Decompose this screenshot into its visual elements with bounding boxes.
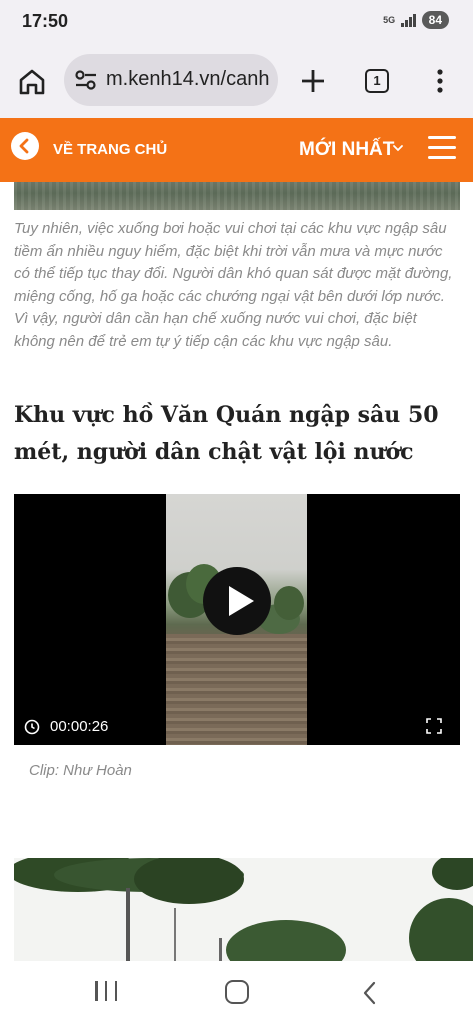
tab-switcher-icon[interactable]: 1 bbox=[365, 69, 389, 93]
clock-icon bbox=[24, 719, 40, 734]
status-icons: 5G 84 bbox=[383, 11, 449, 29]
article-image-next bbox=[14, 858, 473, 961]
home-icon[interactable] bbox=[225, 980, 249, 1004]
site-header: VỀ TRANG CHỦ MỚI NHẤT bbox=[0, 118, 473, 182]
recent-apps-icon[interactable] bbox=[95, 981, 117, 1003]
back-home-button[interactable] bbox=[11, 132, 39, 160]
url-text[interactable]: m.kenh14.vn/canh bbox=[106, 68, 269, 91]
status-time: 17:50 bbox=[22, 11, 69, 31]
system-nav-bar bbox=[0, 961, 473, 1024]
battery-icon: 84 bbox=[421, 11, 449, 29]
video-duration-row: 00:00:26 bbox=[24, 718, 108, 735]
status-bar: 17:50 5G 84 bbox=[0, 0, 473, 44]
address-bar[interactable]: m.kenh14.vn/canh bbox=[64, 54, 278, 106]
back-home-link[interactable]: VỀ TRANG CHỦ bbox=[53, 141, 167, 158]
browser-toolbar: m.kenh14.vn/canh 1 bbox=[0, 44, 473, 118]
latest-menu[interactable]: MỚI NHẤT bbox=[299, 139, 394, 161]
chevron-left-icon bbox=[19, 138, 29, 154]
5g-icon: 5G bbox=[383, 14, 396, 25]
home-icon[interactable] bbox=[16, 66, 48, 98]
fullscreen-icon[interactable] bbox=[426, 718, 442, 734]
signal-icon bbox=[401, 13, 416, 27]
overflow-menu-icon[interactable] bbox=[430, 68, 450, 94]
section-heading: Khu vực hồ Văn Quán ngập sâu 50 mét, ngư… bbox=[14, 402, 439, 465]
article-paragraph: Tuy nhiên, việc xuống bơi hoặc vui chơi … bbox=[14, 220, 453, 350]
chevron-down-icon[interactable] bbox=[392, 143, 404, 153]
article-image-previous bbox=[14, 182, 460, 210]
video-caption: Clip: Như Hoàn bbox=[29, 762, 132, 779]
site-settings-icon[interactable] bbox=[74, 69, 98, 91]
play-icon bbox=[229, 586, 254, 616]
back-icon[interactable] bbox=[360, 980, 380, 1006]
hamburger-menu-icon[interactable] bbox=[428, 136, 456, 160]
video-duration: 00:00:26 bbox=[50, 718, 109, 735]
video-player[interactable]: 00:00:26 bbox=[14, 494, 460, 745]
play-button[interactable] bbox=[203, 567, 271, 635]
new-tab-plus-icon[interactable] bbox=[298, 66, 328, 96]
